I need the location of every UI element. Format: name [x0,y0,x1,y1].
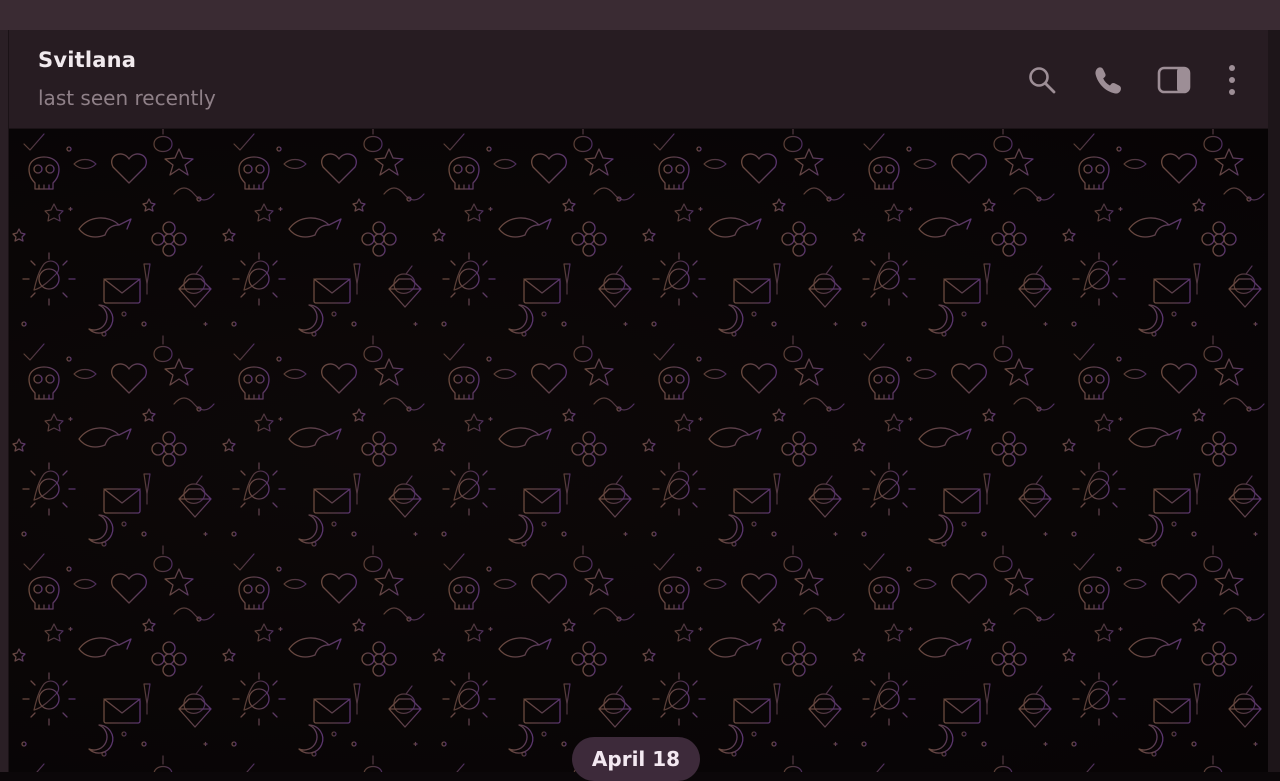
chat-title[interactable]: Svitlana [38,48,136,72]
date-separator: April 18 [572,737,700,781]
chat-list-edge [0,30,9,772]
window-titlebar [0,0,1280,30]
window-right-edge [1268,30,1280,772]
search-icon [1029,67,1056,94]
phone-icon [1095,67,1121,94]
more-button[interactable] [1220,62,1244,98]
search-button[interactable] [1022,62,1062,98]
chat-header: Svitlana last seen recently [9,30,1268,129]
more-vertical-icon [1229,65,1235,95]
header-actions [1022,62,1244,98]
chat-background [9,129,1268,772]
chat-status: last seen recently [38,86,216,110]
doodle-wallpaper [9,129,1268,772]
call-button[interactable] [1088,62,1128,98]
sidebar-toggle-icon [1157,66,1191,94]
toggle-sidebar-button[interactable] [1154,62,1194,98]
